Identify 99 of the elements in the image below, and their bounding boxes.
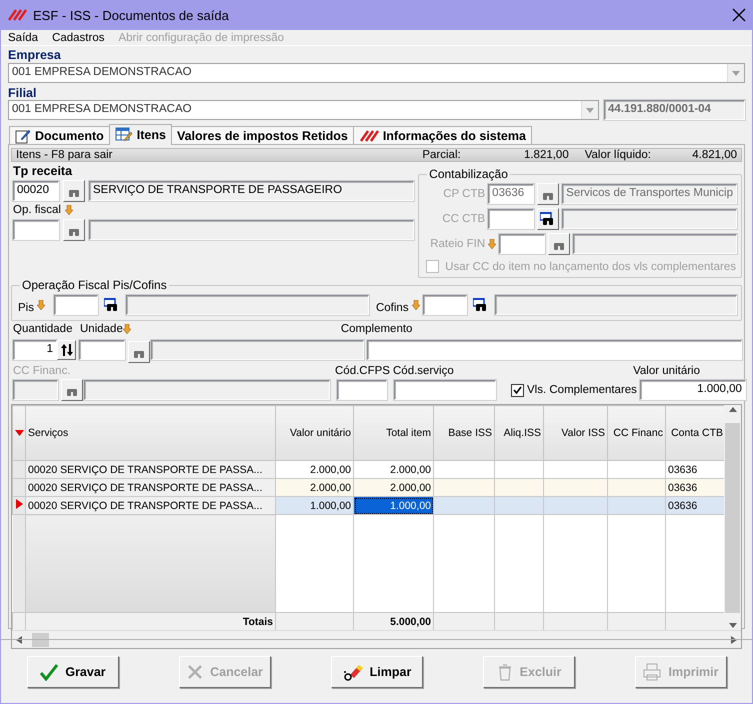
- table-cell: 1.000,00: [354, 496, 434, 515]
- partial-label: Parcial:: [422, 149, 461, 162]
- table-cell: 00020 SERVIÇO DE TRANSPORTE DE PASSA...: [26, 478, 276, 497]
- table-cell: 03636: [666, 496, 724, 515]
- code-input[interactable]: [54, 295, 98, 316]
- field-label: Complemento: [340, 323, 412, 336]
- totals-label: Totais: [26, 612, 276, 630]
- tab[interactable]: Valores de impostos Retidos: [170, 126, 354, 146]
- code-input[interactable]: 00020: [13, 181, 59, 202]
- cfps-code-input[interactable]: [337, 380, 387, 400]
- hint-text: Itens - F8 para sair: [16, 149, 114, 162]
- window-title: ESF - ISS - Documentos de saída: [33, 8, 230, 22]
- net-value-label: Valor líquido:: [584, 149, 651, 162]
- spinner-button[interactable]: [57, 340, 76, 360]
- code-input[interactable]: [422, 295, 467, 316]
- group-title: Operação Fiscal Pis/Cofins: [21, 278, 168, 292]
- column-header[interactable]: Valor unitário: [276, 406, 354, 461]
- table-cell: 00020 SERVIÇO DE TRANSPORTE DE PASSA...: [26, 496, 276, 515]
- unit-value-input[interactable]: 1.000,00: [640, 380, 746, 400]
- tab[interactable]: Informações do sistema: [352, 126, 532, 146]
- code-input[interactable]: [13, 220, 59, 240]
- menu-item[interactable]: Cadastros: [52, 32, 104, 44]
- tab[interactable]: Documento: [9, 126, 110, 146]
- column-header[interactable]: Serviços: [26, 406, 276, 461]
- totals-value: 5.000,00: [354, 612, 434, 630]
- table-cell: 2.000,00: [354, 460, 434, 479]
- field-label: Cód.serviço: [393, 365, 454, 378]
- table-pencil-icon: [114, 127, 133, 144]
- field-label: Cofins: [376, 302, 409, 314]
- column-header[interactable]: Total item: [354, 406, 434, 461]
- column-header[interactable]: CC Financ: [608, 406, 666, 461]
- menu-item[interactable]: Saída: [8, 32, 38, 44]
- field-label: Op. fiscal: [13, 204, 61, 216]
- code-input[interactable]: [488, 209, 534, 230]
- dropdown-arrow-icon: [732, 70, 740, 76]
- checkmark-icon: [39, 662, 60, 681]
- column-header[interactable]: Conta CTB: [666, 406, 724, 461]
- field-label: Filial: [8, 86, 36, 100]
- field-label: CP CTB: [442, 188, 486, 200]
- unit-input[interactable]: [79, 340, 125, 360]
- table-row[interactable]: 00020 SERVIÇO DE TRANSPORTE DE PASSA... 1.000,00 1.000,00 03636: [12, 496, 724, 515]
- table-cell: 1.000,00: [276, 496, 354, 515]
- company-dropdown[interactable]: 001 EMPRESA DEMONSTRACAO: [8, 63, 745, 84]
- scroll-up-icon: [728, 407, 736, 412]
- table-cell: 03636: [666, 460, 724, 479]
- field-label: Quantidade: [13, 323, 74, 336]
- field-label: Empresa: [8, 48, 62, 62]
- pencil-note-icon: [15, 128, 31, 144]
- column-header[interactable]: Base ISS: [434, 406, 494, 461]
- branch-dropdown[interactable]: 001 EMPRESA DEMONSTRACAO: [8, 100, 599, 120]
- column-header[interactable]: Valor ISS: [544, 406, 608, 461]
- checkbox-label: Vls. Complementares: [527, 384, 637, 396]
- field-label: Rateio FIN: [429, 238, 486, 250]
- checkbox-label: Usar CC do item no lançamento dos vls complementares: [445, 260, 736, 273]
- service-code-input[interactable]: [394, 380, 496, 400]
- vertical-scrollbar[interactable]: [724, 405, 741, 630]
- scroll-right-icon: [731, 636, 737, 644]
- checkbox[interactable]: [511, 384, 524, 397]
- group-title: Contabilização: [428, 167, 509, 182]
- horizontal-scrollbar[interactable]: [12, 630, 741, 648]
- action-button[interactable]: Gravar: [26, 656, 118, 688]
- field-label: Tp receita: [13, 164, 72, 178]
- field-label: Cód.CFPS: [335, 365, 389, 378]
- printer-icon: [642, 662, 662, 681]
- dropdown-arrow-icon: [586, 108, 594, 113]
- stripes-logo-icon: [358, 128, 379, 143]
- table-cell: 2.000,00: [276, 460, 354, 479]
- table-row[interactable]: 00020 SERVIÇO DE TRANSPORTE DE PASSA... 2.000,00 2.000,00 03636: [12, 460, 724, 479]
- field-label: Pis: [18, 302, 34, 314]
- field-label: CC CTB: [441, 213, 486, 226]
- field-label: CC Financ.: [13, 365, 72, 378]
- up-down-arrows-icon: [60, 343, 74, 358]
- cnpj-field: 44.191.880/0001-04: [604, 100, 745, 120]
- table-cell: 03636: [666, 478, 724, 497]
- code-input[interactable]: [13, 380, 58, 400]
- action-button[interactable]: Limpar: [330, 656, 422, 688]
- sort-indicator-icon: [15, 430, 24, 436]
- description-field: SERVIÇO DE TRANSPORTE DE PASSAGEIRO: [89, 181, 414, 202]
- eraser-brush-icon: [342, 662, 364, 681]
- table-row[interactable]: 00020 SERVIÇO DE TRANSPORTE DE PASSA... 2.000,00 2.000,00 03636: [12, 478, 724, 497]
- code-input[interactable]: [499, 234, 546, 254]
- net-value: 4.821,00: [691, 149, 737, 162]
- tab[interactable]: Itens: [108, 124, 172, 146]
- column-header[interactable]: Aliq.ISS: [494, 406, 544, 461]
- description-field: Servicos de Transportes Municip: [562, 184, 737, 204]
- quantity-input[interactable]: 1: [13, 340, 57, 360]
- table-cell: 2.000,00: [276, 478, 354, 497]
- x-icon: [186, 662, 204, 681]
- partial-value: 1.821,00: [522, 149, 569, 162]
- table-cell: 00020 SERVIÇO DE TRANSPORTE DE PASSA...: [26, 460, 276, 479]
- current-row-icon: [16, 498, 23, 509]
- app-logo-icon: [7, 8, 27, 22]
- scroll-thumb[interactable]: [32, 632, 49, 647]
- complement-input[interactable]: [367, 340, 742, 360]
- field-label: Valor unitário: [633, 365, 700, 378]
- field-label: Unidade: [80, 323, 123, 336]
- close-icon[interactable]: [732, 8, 746, 22]
- scroll-left-icon: [16, 636, 22, 644]
- table-cell: 2.000,00: [354, 478, 434, 497]
